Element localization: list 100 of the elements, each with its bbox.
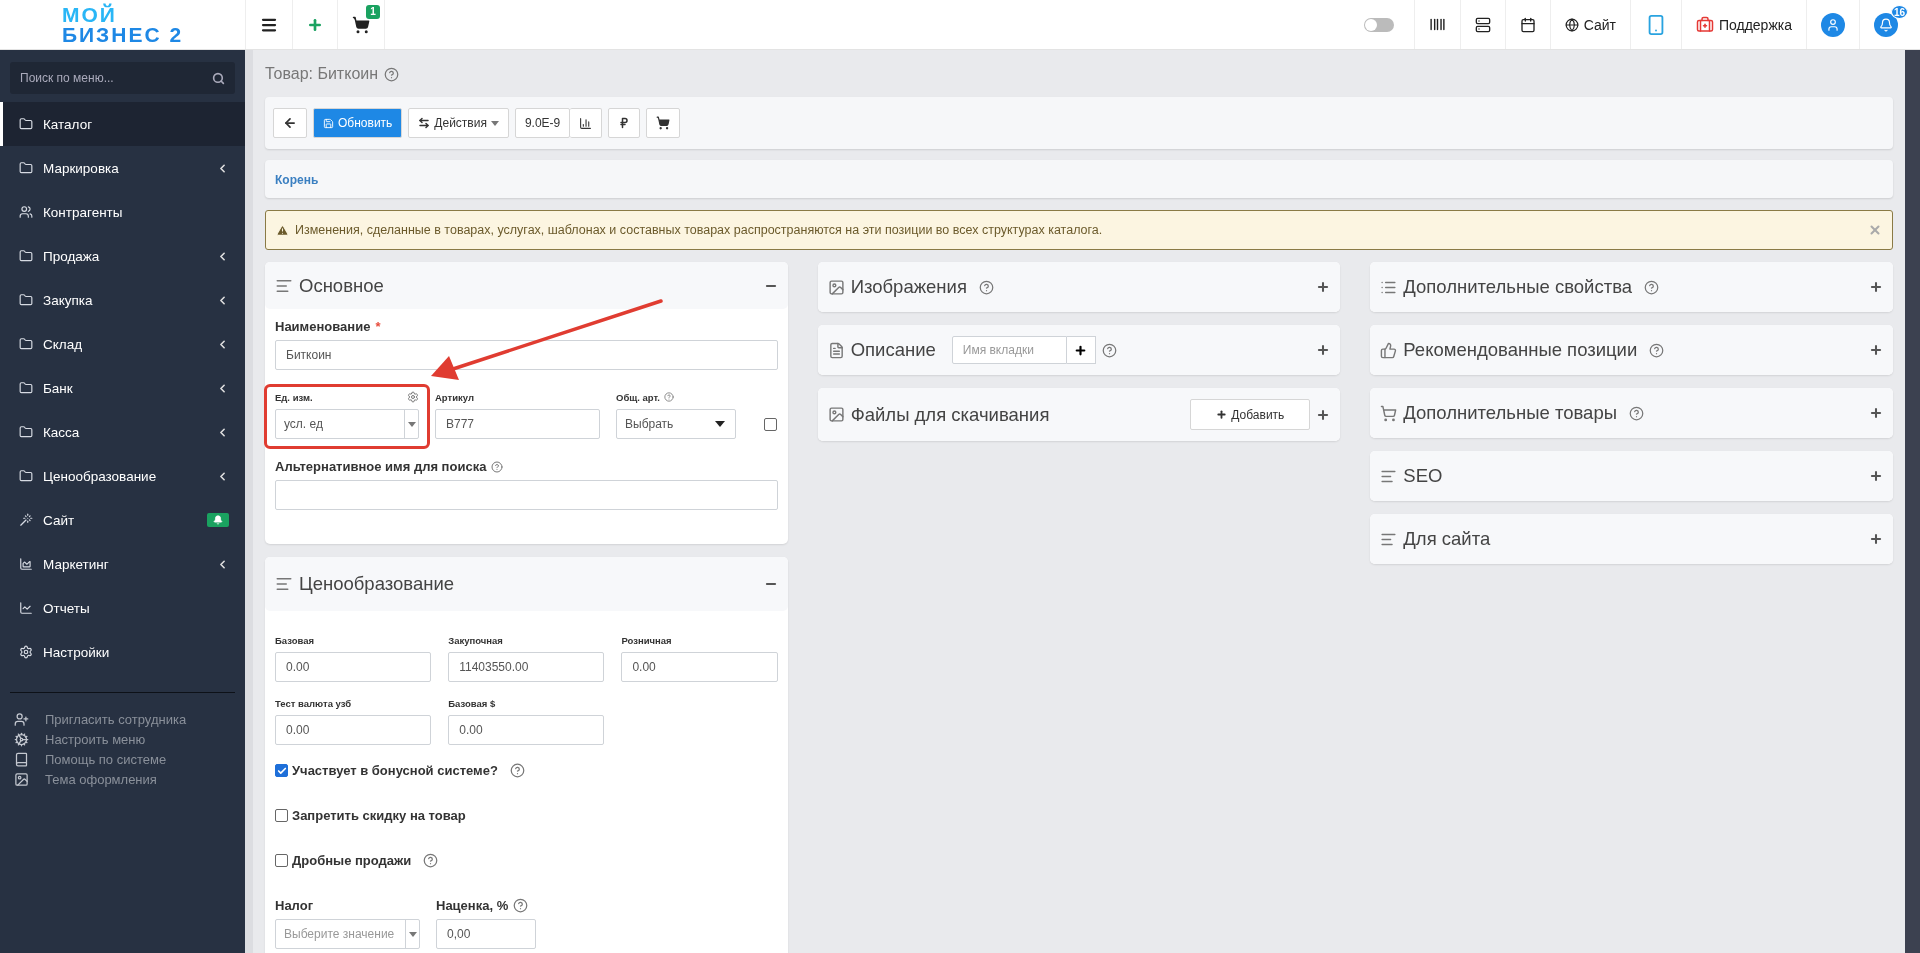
expand-icon[interactable] <box>1869 469 1883 483</box>
sidebar-item[interactable]: Касса <box>0 410 245 454</box>
name-field[interactable]: Биткоин <box>275 340 778 370</box>
panel-title: Дополнительные товары <box>1403 402 1617 424</box>
sidebar-item[interactable]: Контрагенты <box>0 190 245 234</box>
wand-icon <box>19 513 33 527</box>
cogs-icon <box>14 731 29 747</box>
price-field[interactable]: 0.00 <box>448 715 605 745</box>
bar-chart-icon <box>579 116 593 130</box>
caret-icon <box>490 120 499 126</box>
price-field[interactable]: 0.00 <box>275 652 432 682</box>
sidebar-item[interactable]: Ценообразование <box>0 454 245 498</box>
sidebar-footer-link[interactable]: Пригласить сотрудника <box>0 709 245 729</box>
help-icon[interactable] <box>509 763 525 778</box>
field-label: Базовая $ <box>448 696 497 710</box>
page-title: Товар: Биткоин <box>265 65 379 83</box>
checkbox[interactable] <box>275 809 288 822</box>
settings-icon[interactable] <box>407 391 419 403</box>
user-plus-icon <box>14 711 29 727</box>
expand-icon[interactable] <box>1869 406 1883 420</box>
expand-icon[interactable] <box>1316 343 1331 357</box>
ruble-icon <box>618 117 631 129</box>
unit-select[interactable]: усл. ед <box>275 409 419 439</box>
cart-button[interactable] <box>646 108 681 138</box>
plus-icon <box>1074 343 1088 357</box>
price-field[interactable]: 0.00 <box>621 652 778 682</box>
checkbox[interactable] <box>764 418 777 431</box>
sidebar-item[interactable]: Закупка <box>0 278 245 322</box>
markup-field[interactable]: 0,00 <box>436 919 536 949</box>
help-icon[interactable] <box>513 898 529 913</box>
lines-icon <box>275 575 293 593</box>
sidebar-item[interactable]: Отчеты <box>0 586 245 630</box>
scrollbar[interactable] <box>1905 50 1920 953</box>
alt-name-field[interactable] <box>275 480 778 510</box>
price-field[interactable]: 0.00 <box>275 715 432 745</box>
cart-icon <box>1380 404 1398 422</box>
sku-field[interactable]: B777 <box>435 409 600 439</box>
expand-icon[interactable] <box>1869 532 1883 546</box>
rate-button[interactable]: 9.0E-9 <box>514 108 571 138</box>
site-link[interactable]: Сайт <box>1549 0 1630 49</box>
support-link[interactable]: Поддержка <box>1680 0 1806 49</box>
field-label: Наименование * <box>275 319 382 334</box>
back-button[interactable] <box>273 108 307 138</box>
caret-icon <box>408 931 417 937</box>
help-icon[interactable] <box>1101 342 1117 358</box>
sidebar-item[interactable]: Продажа <box>0 234 245 278</box>
add-tab-button[interactable] <box>1066 336 1096 364</box>
image-icon <box>827 406 845 423</box>
help-icon[interactable] <box>384 66 400 82</box>
sidebar-item[interactable]: Маркетинг <box>0 542 245 586</box>
theme-toggle[interactable] <box>1363 17 1394 32</box>
logo[interactable]: МОЙ БИЗНЕС 2 <box>61 4 184 45</box>
chart-button[interactable] <box>570 108 603 138</box>
cart-icon <box>656 116 671 130</box>
checkbox[interactable] <box>275 764 288 777</box>
sidebar-item[interactable]: Настройки <box>0 630 245 674</box>
folder-icon <box>19 337 33 351</box>
sidebar-item[interactable]: Маркировка <box>0 146 245 190</box>
expand-icon[interactable] <box>1316 407 1331 422</box>
notification-badge: 16 <box>1890 5 1908 19</box>
exchange-icon <box>418 117 431 129</box>
refresh-button[interactable]: Обновить <box>313 108 403 138</box>
sidebar-item[interactable]: Каталог <box>0 102 245 146</box>
panel-title: Рекомендованные позиции <box>1403 339 1638 361</box>
help-icon[interactable] <box>1628 405 1644 421</box>
image-icon <box>14 771 29 787</box>
expand-icon[interactable] <box>1316 280 1331 294</box>
checkbox-label: Запретить скидку на товар <box>292 808 466 823</box>
area-chart-icon <box>19 557 33 571</box>
globe-icon <box>1564 17 1579 32</box>
sidebar-footer-link[interactable]: Тема оформления <box>0 769 245 789</box>
sidebar-item[interactable]: Банк <box>0 366 245 410</box>
expand-icon[interactable] <box>1869 280 1883 294</box>
plus-icon <box>1216 409 1228 420</box>
field-label: Тест валюта узб <box>275 696 353 710</box>
sidebar-footer-link[interactable]: Настроить меню <box>0 729 245 749</box>
help-icon[interactable] <box>423 853 439 868</box>
panel-title: Файлы для скачивания <box>850 403 1050 426</box>
notifications-button[interactable]: 16 <box>1859 0 1920 49</box>
help-icon[interactable] <box>1644 279 1660 295</box>
panel-title: Основное <box>299 274 384 297</box>
barcode-icon <box>1428 16 1446 33</box>
price-field[interactable]: 11403550.00 <box>448 652 605 682</box>
currency-button[interactable] <box>608 108 641 138</box>
sidebar-item[interactable]: Склад <box>0 322 245 366</box>
common-sku-select[interactable]: Выбрать <box>616 409 736 439</box>
checkbox[interactable] <box>275 854 288 867</box>
sidebar-footer-link[interactable]: Помощь по системе <box>0 749 245 769</box>
breadcrumb-link[interactable]: Корень <box>275 173 319 187</box>
expand-icon[interactable] <box>1869 343 1883 357</box>
help-icon[interactable] <box>978 279 994 295</box>
folder-icon <box>19 293 33 307</box>
help-icon[interactable] <box>491 460 504 473</box>
book-icon <box>14 751 29 767</box>
image-icon <box>827 278 845 296</box>
actions-button[interactable]: Действия <box>408 108 509 138</box>
menu-search-field[interactable]: Поиск по меню... <box>10 62 235 94</box>
sidebar-item[interactable]: Сайт <box>0 498 245 542</box>
help-icon[interactable] <box>1649 342 1665 358</box>
add-file-button[interactable]: Добавить <box>1190 399 1311 430</box>
